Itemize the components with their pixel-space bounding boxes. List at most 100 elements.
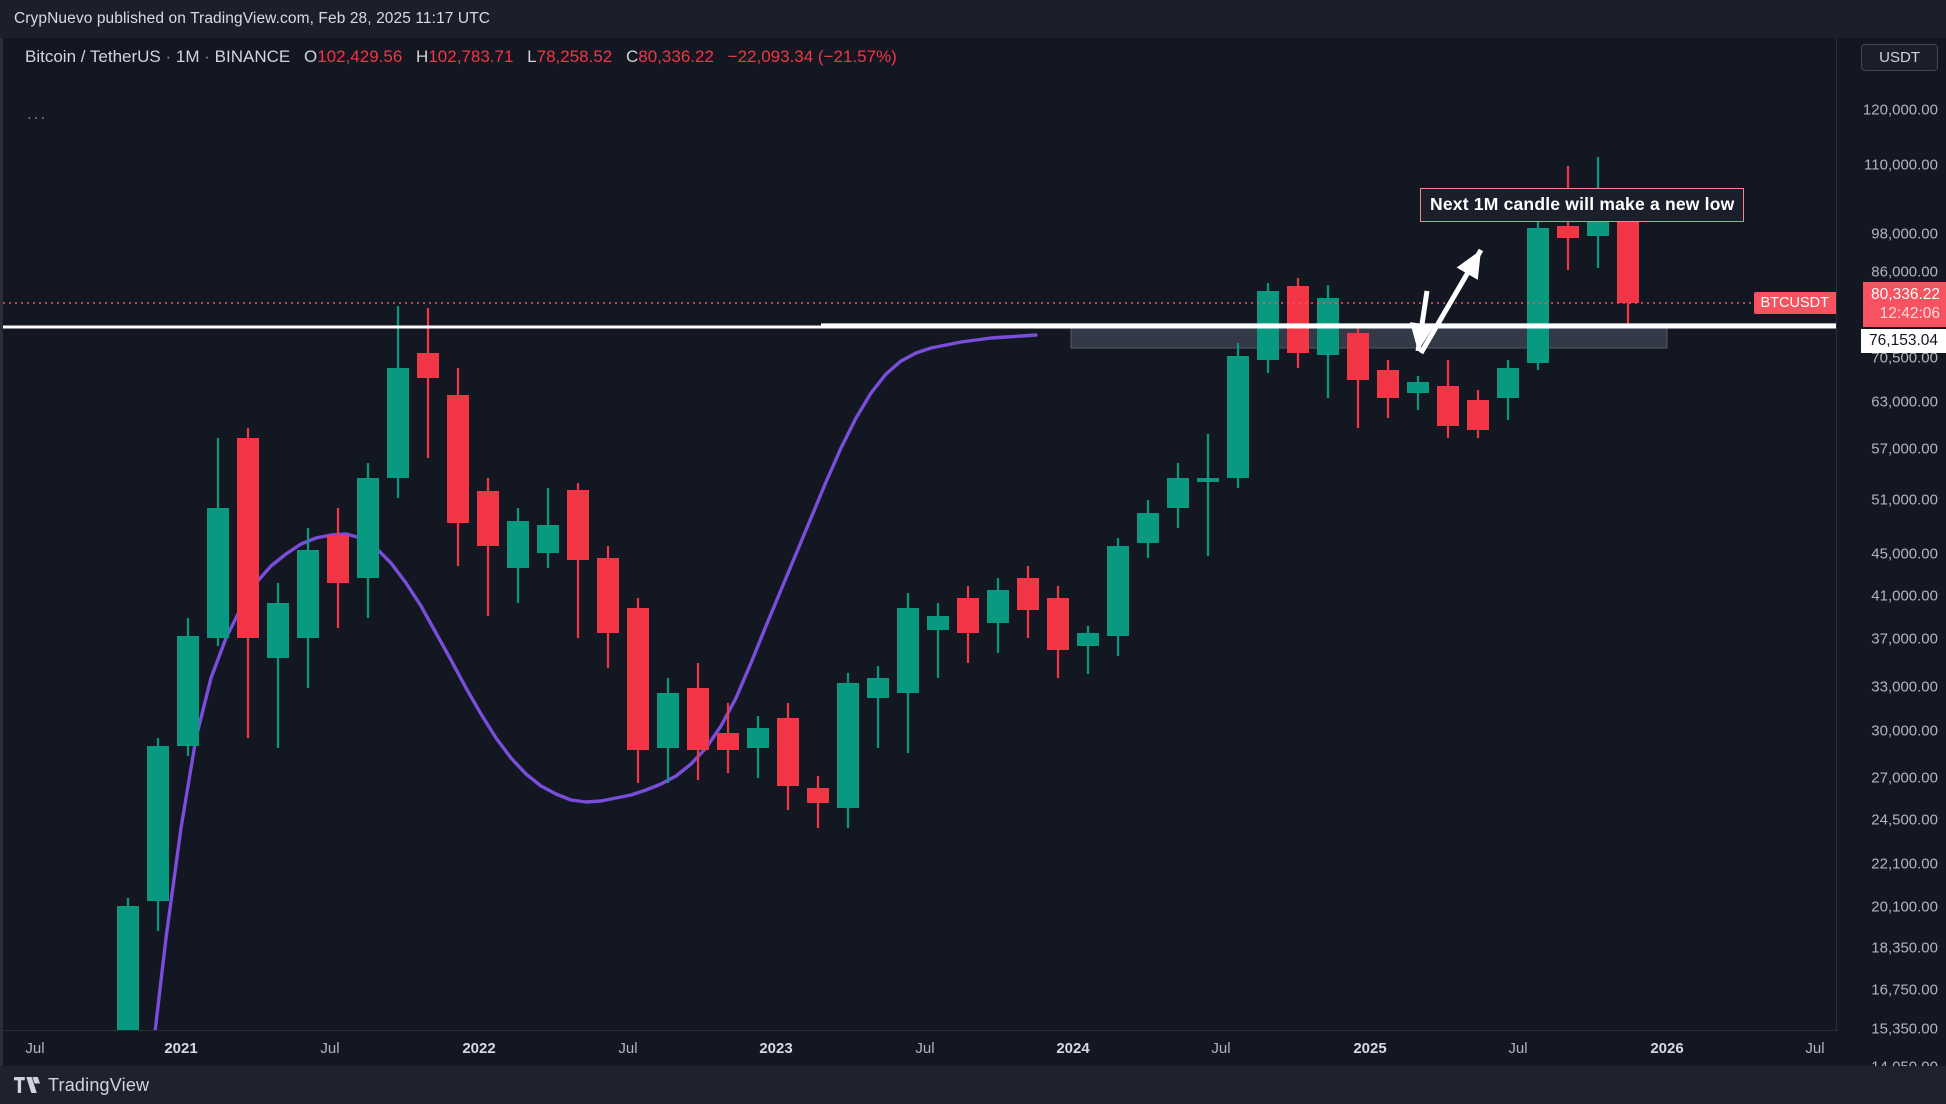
price-tick-6: 57,000.00 — [1871, 440, 1938, 458]
candle-body-46 — [1497, 368, 1519, 398]
candle-36 — [1197, 434, 1219, 556]
time-tick-5: 2023 — [759, 1040, 793, 1057]
candle-1 — [147, 738, 169, 931]
price-tick-9: 41,000.00 — [1871, 587, 1938, 605]
candle-body-45 — [1467, 400, 1489, 430]
horizontal-line-price-tag[interactable]: 76,153.04 — [1861, 329, 1946, 353]
last-price-value: 80,336.22 — [1871, 286, 1940, 303]
candle-body-21 — [747, 728, 769, 748]
candle-body-28 — [957, 598, 979, 633]
price-tick-16: 20,100.00 — [1871, 898, 1938, 916]
candle-24 — [837, 673, 859, 828]
candle-body-2 — [177, 636, 199, 746]
price-axis[interactable]: USDT 120,000.00 110,000.00 98,000.00 86,000… — [1836, 38, 1946, 1076]
candle-28 — [957, 586, 979, 663]
time-tick-12: Jul — [1805, 1040, 1825, 1057]
candle-5 — [267, 583, 289, 748]
time-tick-1: 2021 — [164, 1040, 198, 1057]
candle-body-23 — [807, 788, 829, 803]
candle-body-18 — [657, 693, 679, 748]
candle-body-16 — [597, 558, 619, 633]
time-tick-8: Jul — [1211, 1040, 1231, 1057]
candle-20 — [717, 703, 739, 773]
candle-9 — [387, 306, 409, 498]
candle-body-32 — [1077, 633, 1099, 646]
candle-body-39 — [1287, 286, 1309, 353]
time-tick-6: Jul — [915, 1040, 935, 1057]
time-tick-9: 2025 — [1353, 1040, 1387, 1057]
candle-25 — [867, 666, 889, 748]
candle-39 — [1287, 278, 1309, 368]
candle-15 — [567, 483, 589, 638]
candle-17 — [627, 598, 649, 783]
candle-body-13 — [507, 521, 529, 568]
candle-body-20 — [717, 733, 739, 750]
candle-12 — [477, 478, 499, 616]
candle-7 — [327, 508, 349, 628]
candle-14 — [537, 488, 559, 568]
candle-8 — [357, 463, 379, 618]
candle-body-9 — [387, 368, 409, 478]
time-tick-3: 2022 — [462, 1040, 496, 1057]
candle-body-25 — [867, 678, 889, 698]
currency-badge[interactable]: USDT — [1861, 44, 1938, 71]
candle-40 — [1317, 285, 1339, 398]
time-tick-2: Jul — [320, 1040, 340, 1057]
candle-body-17 — [627, 608, 649, 750]
candle-body-12 — [477, 491, 499, 546]
price-tick-15: 22,100.00 — [1871, 855, 1938, 873]
symbol-price-tag[interactable]: BTCUSDT — [1753, 292, 1836, 314]
annotation-label[interactable]: Next 1M candle will make a new low — [1420, 188, 1745, 222]
candle-body-19 — [687, 688, 709, 750]
candle-body-29 — [987, 590, 1009, 623]
candle-body-10 — [417, 353, 439, 378]
candle-body-34 — [1137, 513, 1159, 543]
time-tick-4: Jul — [618, 1040, 638, 1057]
price-tick-13: 27,000.00 — [1871, 769, 1938, 787]
candle-body-11 — [447, 395, 469, 523]
candle-body-30 — [1017, 578, 1039, 610]
candle-42 — [1377, 360, 1399, 418]
candle-body-14 — [537, 525, 559, 553]
candle-body-35 — [1167, 478, 1189, 508]
chart-container[interactable]: Bitcoin / TetherUS · 1M · BINANCE O102,4… — [0, 38, 1946, 1076]
attribution-text: CrypNuevo published on TradingView.com, … — [14, 10, 491, 27]
price-tick-12: 30,000.00 — [1871, 722, 1938, 740]
candle-body-7 — [327, 535, 349, 583]
candle-29 — [987, 578, 1009, 653]
candle-body-47 — [1527, 228, 1549, 363]
time-axis[interactable]: Jul 2021 Jul 2022 Jul 2023 Jul 2024 Jul 2025 Jul 20… — [3, 1030, 1839, 1066]
candle-18 — [657, 678, 679, 783]
candle-33 — [1107, 538, 1129, 656]
price-tick-0: 120,000.00 — [1862, 101, 1938, 119]
candle-body-43 — [1407, 382, 1429, 393]
tradingview-logo-icon — [14, 1077, 40, 1093]
candle-46 — [1497, 360, 1519, 420]
candle-23 — [807, 776, 829, 828]
candle-45 — [1467, 390, 1489, 438]
legend-more-icon[interactable]: ... — [27, 104, 47, 124]
candle-13 — [507, 508, 529, 603]
candle-body-33 — [1107, 546, 1129, 636]
candle-body-27 — [927, 616, 949, 630]
last-price-tag[interactable]: 80,336.22 12:42:06 — [1863, 282, 1946, 327]
price-tick-14: 24,500.00 — [1871, 811, 1938, 829]
candle-47 — [1527, 220, 1549, 370]
candle-body-26 — [897, 608, 919, 693]
time-tick-10: Jul — [1508, 1040, 1528, 1057]
time-tick-0: Jul — [25, 1040, 45, 1057]
price-tick-2: 98,000.00 — [1871, 225, 1938, 243]
candle-43 — [1407, 376, 1429, 410]
candle-body-22 — [777, 718, 799, 786]
candle-body-5 — [267, 603, 289, 658]
candle-body-1 — [147, 746, 169, 901]
price-tick-18: 16,750.00 — [1871, 981, 1938, 999]
time-tick-7: 2024 — [1056, 1040, 1090, 1057]
candle-32 — [1077, 626, 1099, 674]
candle-11 — [447, 368, 469, 566]
candle-10 — [417, 308, 439, 458]
candle-body-31 — [1047, 598, 1069, 650]
price-tick-17: 18,350.00 — [1871, 939, 1938, 957]
candle-16 — [597, 546, 619, 668]
moving-average-line-0 — [149, 333, 1038, 1066]
